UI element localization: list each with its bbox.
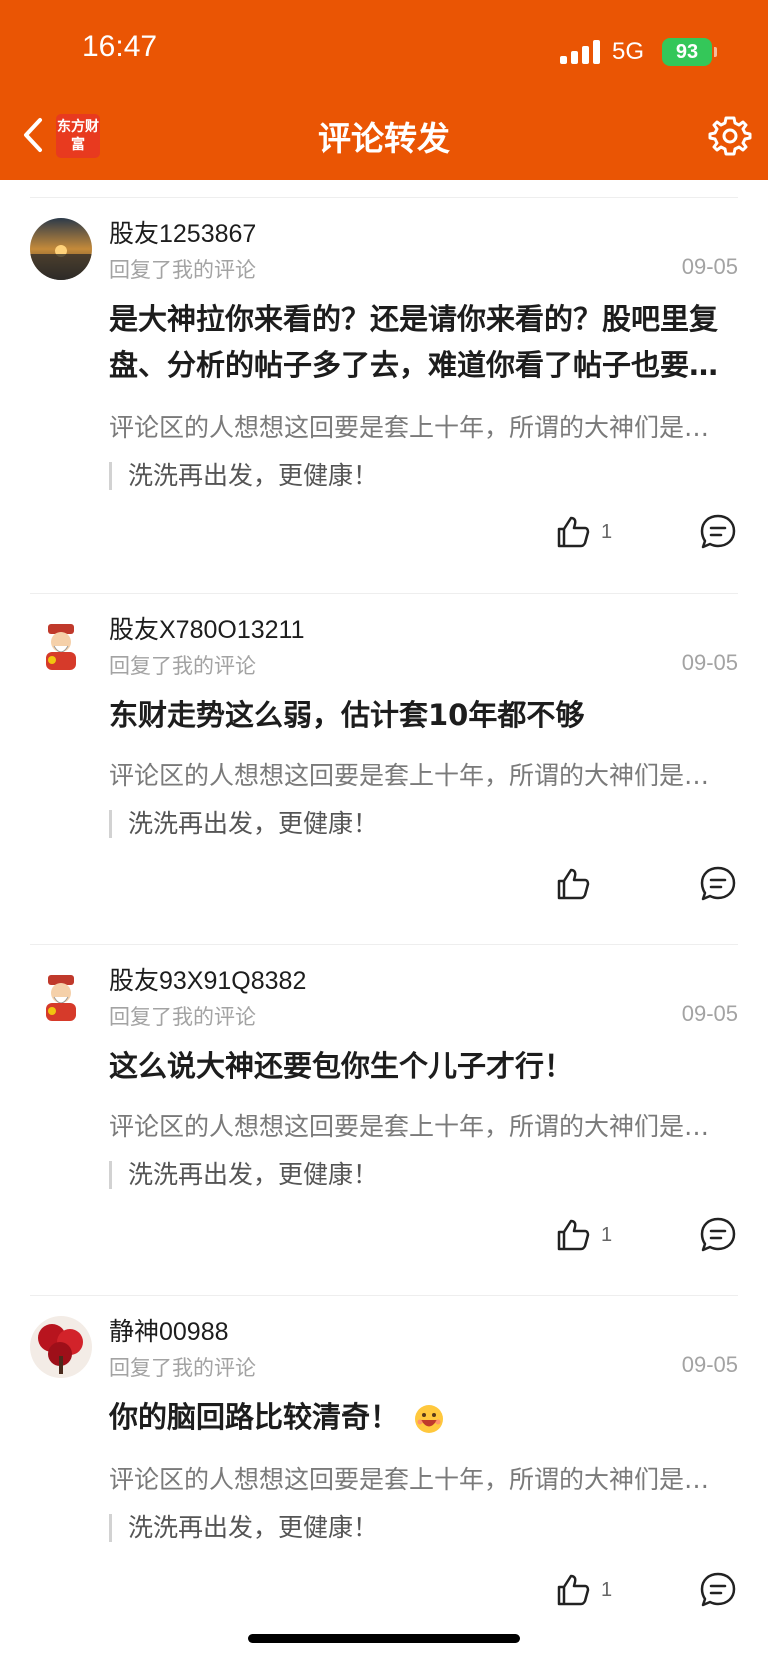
reply-note: 回复了我的评论 — [109, 258, 256, 282]
avatar[interactable] — [30, 1316, 92, 1378]
reply-text[interactable]: 是大神拉你来看的？还是请你来看的？股吧里复盘、分析的帖子多了去，难道你看了帖子也… — [109, 296, 739, 388]
comment-date: 09-05 — [681, 254, 738, 279]
original-comment[interactable]: 评论区的人想想这回要是套上十年，所谓的大神们是不是要给我们包个大红包 — [109, 756, 719, 792]
username[interactable]: 股友X780O13211 — [109, 610, 305, 646]
home-indicator[interactable] — [248, 1634, 520, 1643]
thumbs-up-icon — [557, 1219, 590, 1251]
page-title: 评论转发 — [318, 119, 450, 158]
avatar[interactable] — [30, 614, 92, 676]
quoted-post[interactable]: 洗洗再出发，更健康！ — [109, 1514, 378, 1542]
comment-date: 09-05 — [681, 1001, 738, 1026]
battery-icon: 93 — [662, 38, 712, 66]
app-header: 16:47 5G 93 东方财富 评论转发 — [0, 0, 768, 180]
quoted-post[interactable]: 洗洗再出发，更健康！ — [109, 810, 378, 838]
username[interactable]: 股友93X91Q8382 — [109, 961, 306, 997]
comment-date: 09-05 — [681, 1352, 738, 1377]
avatar-fortune-god-image — [30, 965, 92, 1027]
divider — [30, 197, 738, 198]
original-comment[interactable]: 评论区的人想想这回要是套上十年，所谓的大神们是不是要给我们包个大红包 — [109, 1460, 719, 1496]
reply-note: 回复了我的评论 — [109, 654, 256, 678]
like-button[interactable]: 1 — [555, 510, 645, 554]
comment-button[interactable] — [696, 510, 740, 554]
avatar-red-tree-image — [30, 1316, 92, 1378]
status-time: 16:47 — [82, 30, 158, 63]
divider — [30, 944, 738, 945]
comment-date: 09-05 — [681, 650, 738, 675]
avatar-sunset-image — [30, 218, 92, 280]
quoted-post[interactable]: 洗洗再出发，更健康！ — [109, 1161, 378, 1189]
comment-card[interactable]: 股友93X91Q8382 回复了我的评论 09-05 这么说大神还要包你生个儿子… — [0, 927, 768, 1279]
like-count: 1 — [601, 1223, 613, 1246]
avatar[interactable] — [30, 965, 92, 1027]
comment-button[interactable] — [696, 1213, 740, 1257]
like-button[interactable] — [555, 862, 645, 906]
comment-card[interactable]: 股友X780O13211 回复了我的评论 09-05 东财走势这么弱，估计套10… — [0, 576, 768, 928]
username[interactable]: 静神00988 — [109, 1312, 229, 1348]
comment-bubble-icon — [700, 1217, 736, 1252]
original-comment[interactable]: 评论区的人想想这回要是套上十年，所谓的大神们是不是要给我们包个大红包 — [109, 1107, 719, 1143]
comment-button[interactable] — [696, 862, 740, 906]
reply-text[interactable]: 东财走势这么弱，估计套10年都不够 — [109, 692, 739, 738]
comment-bubble-icon — [700, 514, 736, 549]
original-comment[interactable]: 评论区的人想想这回要是套上十年，所谓的大神们是不是要给我们包个大红包 — [109, 408, 719, 444]
reply-note: 回复了我的评论 — [109, 1005, 256, 1029]
like-button[interactable]: 1 — [555, 1568, 645, 1612]
thumbs-up-icon — [557, 1574, 590, 1606]
divider — [30, 1295, 738, 1296]
like-button[interactable]: 1 — [555, 1213, 645, 1257]
comment-bubble-icon — [700, 1572, 736, 1607]
comment-card[interactable]: 静神00988 回复了我的评论 09-05 你的脑回路比较清奇！ 评论区的人想想… — [0, 1278, 768, 1630]
reply-text[interactable]: 这么说大神还要包你生个儿子才行！ — [109, 1043, 739, 1089]
battery-tip — [714, 47, 717, 57]
network-type: 5G — [612, 38, 645, 65]
avatar-fortune-god-image — [30, 614, 92, 676]
gear-icon — [708, 116, 752, 156]
reply-text-row: 你的脑回路比较清奇！ — [109, 1394, 739, 1440]
username[interactable]: 股友1253867 — [109, 214, 256, 250]
avatar[interactable] — [30, 218, 92, 280]
quoted-post[interactable]: 洗洗再出发，更健康！ — [109, 462, 378, 490]
divider — [30, 593, 738, 594]
settings-button[interactable] — [706, 112, 754, 160]
thumbs-up-icon — [557, 516, 590, 548]
grinning-emoji-icon — [415, 1405, 444, 1433]
like-count: 1 — [601, 1578, 613, 1601]
comment-card[interactable]: 股友1253867 回复了我的评论 09-05 是大神拉你来看的？还是请你来看的… — [0, 180, 768, 549]
reply-text[interactable]: 你的脑回路比较清奇！ — [109, 1400, 399, 1434]
like-count: 1 — [601, 520, 613, 543]
comment-button[interactable] — [696, 1568, 740, 1612]
battery-level: 93 — [675, 41, 699, 63]
comment-bubble-icon — [700, 866, 736, 901]
thumbs-up-icon — [557, 868, 590, 900]
reply-note: 回复了我的评论 — [109, 1356, 256, 1380]
signal-icon — [560, 40, 602, 64]
